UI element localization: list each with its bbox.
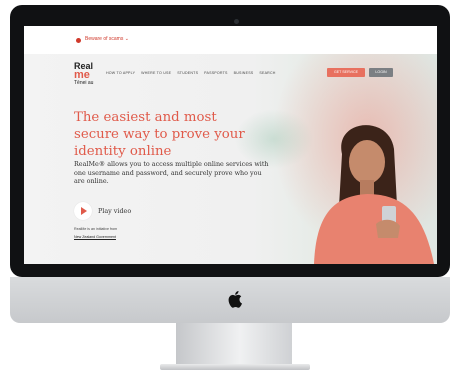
monitor-chin bbox=[10, 277, 450, 323]
main-navigation: HOW TO APPLY WHERE TO USE STUDENTS PASSP… bbox=[106, 71, 276, 75]
play-video-button[interactable]: Play video bbox=[74, 202, 131, 220]
realme-logo[interactable]: Real me Tēnei au bbox=[74, 62, 104, 87]
nav-students[interactable]: STUDENTS bbox=[177, 71, 198, 75]
scam-alert-bar: Beware of scams ⌄ bbox=[24, 26, 437, 54]
initiative-text: RealMe is an initiative from bbox=[74, 227, 118, 231]
top-clothing bbox=[314, 194, 434, 264]
monitor-base bbox=[160, 364, 310, 370]
hero-headline: The easiest and most secure way to prove… bbox=[74, 110, 245, 159]
scam-alert-link[interactable]: Beware of scams ⌄ bbox=[85, 36, 129, 42]
imac-mockup: Beware of scams ⌄ Real me Tēnei au HOW T… bbox=[0, 0, 460, 389]
get-service-button[interactable]: GET SERVICE bbox=[327, 68, 365, 77]
apple-logo-icon bbox=[228, 291, 242, 308]
face-shape bbox=[349, 140, 385, 184]
nav-business[interactable]: BUSINESS bbox=[234, 71, 254, 75]
monitor-stand bbox=[176, 323, 292, 367]
play-icon[interactable] bbox=[74, 202, 92, 220]
play-video-label[interactable]: Play video bbox=[98, 207, 131, 215]
woman-with-phone-photo bbox=[314, 125, 434, 264]
logo-me-text: me bbox=[74, 69, 90, 81]
neck-shape bbox=[360, 180, 374, 196]
login-button[interactable]: LOGIN bbox=[369, 68, 393, 77]
hero-intro: RealMe® allows you to access multiple on… bbox=[74, 160, 269, 186]
logo-tereo-text: Tēnei au bbox=[74, 80, 94, 86]
nz-government-link[interactable]: New Zealand Government bbox=[74, 235, 116, 239]
hero-section: Real me Tēnei au HOW TO APPLY WHERE TO U… bbox=[24, 54, 437, 264]
nav-how-to-apply[interactable]: HOW TO APPLY bbox=[106, 71, 135, 75]
nav-passports[interactable]: PASSPORTS bbox=[204, 71, 227, 75]
nav-where-to-use[interactable]: WHERE TO USE bbox=[141, 71, 171, 75]
website-screen: Beware of scams ⌄ Real me Tēnei au HOW T… bbox=[24, 26, 437, 264]
nav-search[interactable]: SEARCH bbox=[259, 71, 275, 75]
alert-icon bbox=[76, 38, 81, 43]
camera-icon bbox=[234, 19, 239, 24]
